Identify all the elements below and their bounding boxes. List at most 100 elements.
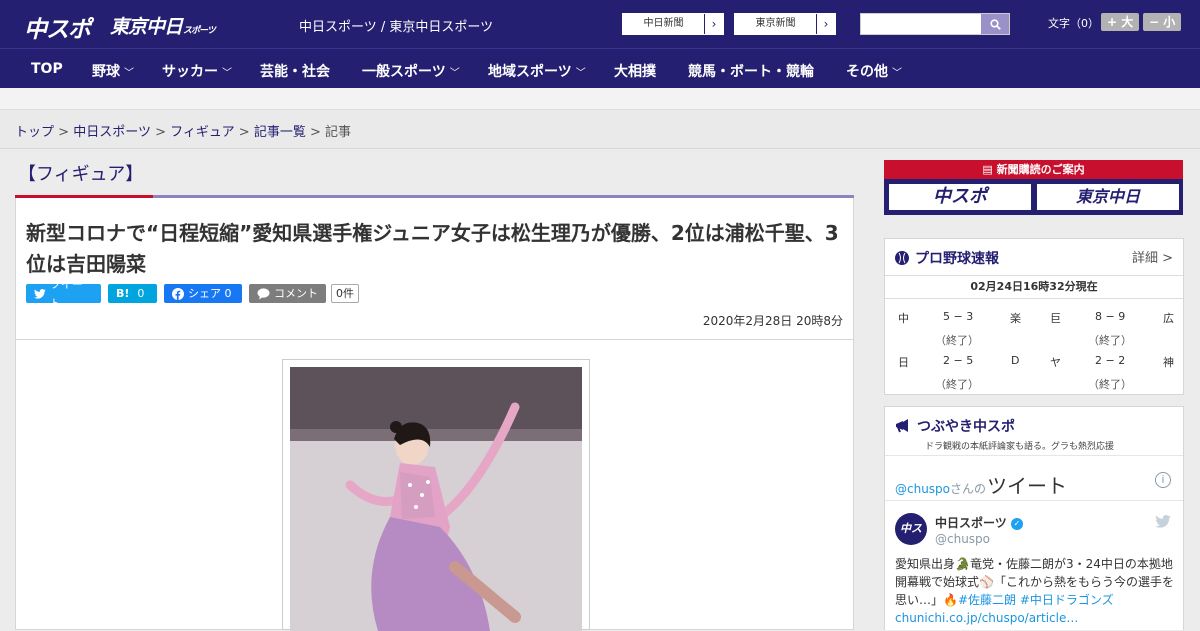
twitter-widget-title[interactable]: @chuspoさんのツイート — [895, 470, 1067, 499]
avatar[interactable]: 中スポ — [895, 513, 927, 567]
tokyo-chunichi-logo-small: スポーツ — [183, 26, 216, 36]
chevron-down-icon: ﹀ — [449, 68, 460, 79]
hatena-count: 0 — [137, 287, 145, 300]
nav-item-soccer[interactable]: サッカー ﹀ — [162, 61, 232, 81]
breadcrumb-category[interactable]: フィギュア — [170, 125, 234, 140]
article-divider — [16, 339, 853, 340]
game-2-away: 広 — [1163, 312, 1174, 325]
breadcrumb-top[interactable]: トップ — [15, 125, 54, 140]
subscribe-tokyo-button[interactable]: 東京中日 — [1036, 183, 1180, 211]
chevron-down-icon: ﹀ — [222, 68, 232, 79]
baseball-icon — [895, 251, 909, 265]
speech-bubble-icon — [257, 287, 270, 299]
game-1-score[interactable]: 5 − 3 — [943, 310, 973, 323]
subscription-header: ▤ 新聞購読のご案内 — [884, 160, 1183, 179]
chunichi-shimbun-label: 中日新聞 — [623, 14, 705, 34]
subscribe-chuspo-button[interactable]: 中スポ — [888, 183, 1032, 211]
tweet-label: ツイート — [49, 277, 83, 310]
chevron-right-icon: › — [711, 17, 717, 31]
tweet-link[interactable]: chunichi.co.jp/chuspo/article… — [895, 609, 1177, 627]
tweet-author-name-label: 中日スポーツ — [935, 516, 1007, 530]
tweet-hashtags[interactable]: #佐藤二朗 #中日ドラゴンズ — [958, 593, 1114, 607]
game-2-status: （終了） — [1088, 334, 1132, 347]
chevron-right-icon: › — [823, 17, 829, 31]
site-links[interactable]: 中日スポーツ / 東京中日スポーツ — [299, 16, 493, 35]
nav-item-local-sports[interactable]: 地域スポーツ ﹀ — [488, 61, 586, 81]
nav-item-baseball[interactable]: 野球 ﹀ — [92, 61, 134, 81]
game-1-status: （終了） — [935, 334, 979, 347]
article: 新型コロナで“日程短縮”愛知県選手権ジュニア女子は松生理乃が優勝、2位は浦松千聖… — [15, 198, 854, 631]
info-icon[interactable]: i — [1155, 472, 1171, 488]
tokyo-chunichi-logo[interactable]: 東京中日スポーツ — [110, 12, 216, 39]
font-smaller-button[interactable]: − 小 — [1143, 13, 1182, 31]
twitter-title-label: つぶやき中スポ — [917, 419, 1015, 435]
tweet-button[interactable]: ツイート — [26, 278, 101, 310]
breadcrumb-list[interactable]: 記事一覧 — [254, 125, 306, 140]
category-title: 【フィギュア】 — [18, 164, 144, 185]
game-4-home: ヤ — [1050, 356, 1061, 369]
twitter-card: つぶやき中スポ ドラ観戦の本紙評論家も語る。グラも熱烈応援 @chuspoさんの… — [884, 406, 1184, 630]
nav-item-general-sports[interactable]: 一般スポーツ ﹀ — [362, 61, 460, 81]
facebook-icon — [172, 287, 184, 300]
hatena-bookmark-button[interactable]: B! 0 — [108, 284, 157, 303]
font-size-label: 文字（0） — [1048, 17, 1099, 30]
subscription-header-label: 新聞購読のご案内 — [996, 163, 1085, 176]
nav-item-label: 野球 — [92, 64, 120, 80]
game-3-status: （終了） — [935, 378, 979, 391]
nav-item-label: 芸能・社会 — [260, 64, 330, 80]
game-1-away: 楽 — [1010, 312, 1021, 325]
search-icon — [989, 18, 1001, 30]
tokyo-shimbun-button[interactable]: 東京新聞 › — [734, 13, 836, 35]
figure-skater-photo[interactable] — [290, 367, 582, 631]
game-4-away: 神 — [1163, 356, 1174, 369]
verified-badge-icon: ✓ — [1010, 517, 1023, 530]
nav-item-sumo[interactable]: 大相撲 — [614, 61, 656, 81]
font-larger-button[interactable]: + 大 — [1101, 13, 1140, 31]
breadcrumb-separator: > — [309, 125, 321, 140]
baseball-scores-card: プロ野球速報 詳細 > 02月24日16時32分現在 中 5 − 3 楽 （終了… — [884, 238, 1184, 395]
nav-item-label: TOP — [31, 61, 63, 77]
game-3-away: D — [1011, 354, 1020, 367]
chevron-down-icon: ﹀ — [575, 68, 586, 79]
game-4-score[interactable]: 2 − 2 — [1095, 354, 1125, 367]
nav-item-other[interactable]: その他 ﹀ — [846, 61, 902, 81]
nav-item-racing[interactable]: 競馬・ボート・競輪 — [688, 61, 814, 81]
chunichi-shimbun-button[interactable]: 中日新聞 › — [622, 13, 724, 35]
facebook-share-label: シェア 0 — [188, 287, 232, 300]
twitter-widget-header: @chuspoさんのツイート i — [885, 455, 1183, 501]
twitter-bird-icon[interactable] — [1155, 514, 1171, 532]
nav-item-top[interactable]: TOP — [31, 61, 63, 77]
breadcrumb-site[interactable]: 中日スポーツ — [73, 125, 151, 140]
ad-strip — [0, 88, 1200, 110]
chuspo-logo[interactable]: 中スポ — [24, 10, 91, 44]
baseball-detail-link[interactable]: 詳細 > — [1132, 247, 1173, 266]
search-input[interactable] — [860, 13, 1010, 35]
megaphone-icon — [896, 419, 908, 433]
facebook-share-button[interactable]: シェア 0 — [164, 284, 242, 303]
search-button[interactable] — [981, 14, 1009, 34]
twitter-subtitle: ドラ観戦の本紙評論家も語る。グラも熱烈応援 — [925, 442, 1115, 452]
article-date: 2020年2月28日 20時8分 — [702, 314, 843, 328]
baseball-timestamp: 02月24日16時32分現在 — [885, 275, 1183, 299]
breadcrumb-separator: > — [238, 125, 250, 140]
twitter-title: つぶやき中スポ — [895, 416, 1015, 436]
game-3-score[interactable]: 2 − 5 — [943, 354, 973, 367]
breadcrumb-separator: > — [58, 125, 70, 140]
breadcrumb-bar: トップ > 中日スポーツ > フィギュア > 記事一覧 > 記事 — [0, 111, 1200, 149]
twitter-user-handle[interactable]: @chuspo — [895, 482, 950, 496]
tweet-text: 愛知県出身🐊竜党・佐藤二朗が3・24中日の本拠地開幕戦で始球式⚾「これから熱をも… — [895, 555, 1177, 627]
breadcrumb: トップ > 中日スポーツ > フィギュア > 記事一覧 > 記事 — [15, 121, 351, 140]
nav-item-entertainment[interactable]: 芸能・社会 — [260, 61, 330, 81]
game-3-home: 日 — [898, 356, 909, 369]
newspaper-icon: ▤ — [982, 163, 997, 176]
baseball-title-label: プロ野球速報 — [915, 251, 999, 267]
top-header: 中スポ 東京中日スポーツ 中日スポーツ / 東京中日スポーツ 中日新聞 › 東京… — [0, 0, 1200, 48]
game-2-score[interactable]: 8 − 9 — [1095, 310, 1125, 323]
twitter-user-suffix: さんの — [950, 482, 987, 496]
nav-item-label: 地域スポーツ — [488, 64, 572, 80]
tweet-author-handle[interactable]: @chuspo — [935, 532, 990, 546]
article-photo-frame — [282, 359, 590, 631]
comment-button[interactable]: コメント — [249, 284, 326, 303]
comment-count[interactable]: 0件 — [331, 284, 359, 303]
tweet-author-name[interactable]: 中日スポーツ ✓ — [935, 514, 1023, 531]
